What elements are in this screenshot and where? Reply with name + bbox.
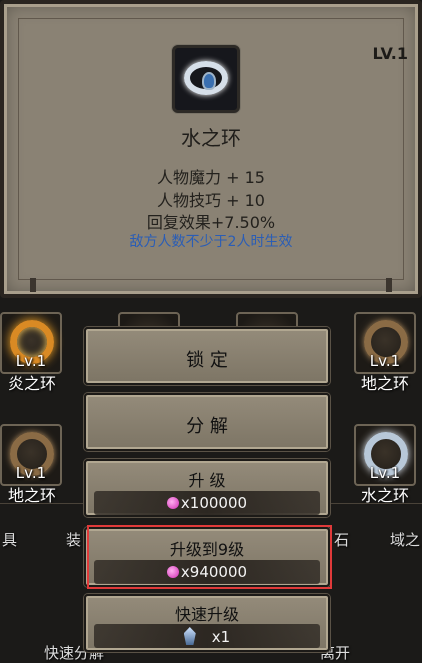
decompose-label: 分 解 [186,416,228,437]
gem-shape [202,72,216,90]
quick-upgrade-label: 快速升级 [174,605,239,624]
slot-name: 炎之环 [7,374,56,393]
quick-upgrade-button[interactable]: 快速升级 x1 [84,594,330,652]
slot-level: Lv.1 [369,464,401,482]
effect-condition: 敌方人数不少于2人时生效 [129,234,293,250]
selection-highlight [87,525,332,589]
panel-corner [386,278,392,292]
item-name: 水之环 [181,126,241,150]
upgrade-cost-value: x100000 [180,494,248,512]
ring-slot-fire[interactable]: Lv.1 [0,312,62,374]
item-level: LV.1 [372,44,408,63]
ring-slot-earth[interactable]: Lv.1 [0,424,62,486]
upgrade-button[interactable]: 升 级 x100000 [84,459,330,517]
quick-upgrade-cost-value: x1 [211,628,231,646]
ring-slot-water[interactable]: Lv.1 [354,424,416,486]
tab-label[interactable]: 装 [66,529,81,550]
quick-upgrade-cost: x1 [94,624,320,648]
upgrade-label: 升 级 [188,471,226,490]
upgrade-cost: x100000 [94,491,320,515]
tab-label[interactable]: 石 [334,529,349,550]
gem-icon [166,497,179,509]
tab-label[interactable]: 具 [2,529,17,550]
slot-level: Lv.1 [15,464,47,482]
stat-recovery: 回复效果+7.50% [146,213,276,232]
stat-skill: 人物技巧 + 10 [157,191,265,210]
crystal-icon [183,627,196,645]
ring-slot-earth[interactable]: Lv.1 [354,312,416,374]
decompose-button[interactable]: 分 解 [84,393,330,451]
lock-label: 锁 定 [186,350,228,371]
slot-name: 地之环 [360,374,409,393]
slot-level: Lv.1 [369,352,401,370]
water-ring-icon [172,45,240,113]
slot-level: Lv.1 [15,352,47,370]
lock-button[interactable]: 锁 定 [84,327,330,385]
stat-magic: 人物魔力 + 15 [157,168,265,187]
tab-label[interactable]: 域之 [390,529,420,550]
panel-corner [30,278,36,292]
